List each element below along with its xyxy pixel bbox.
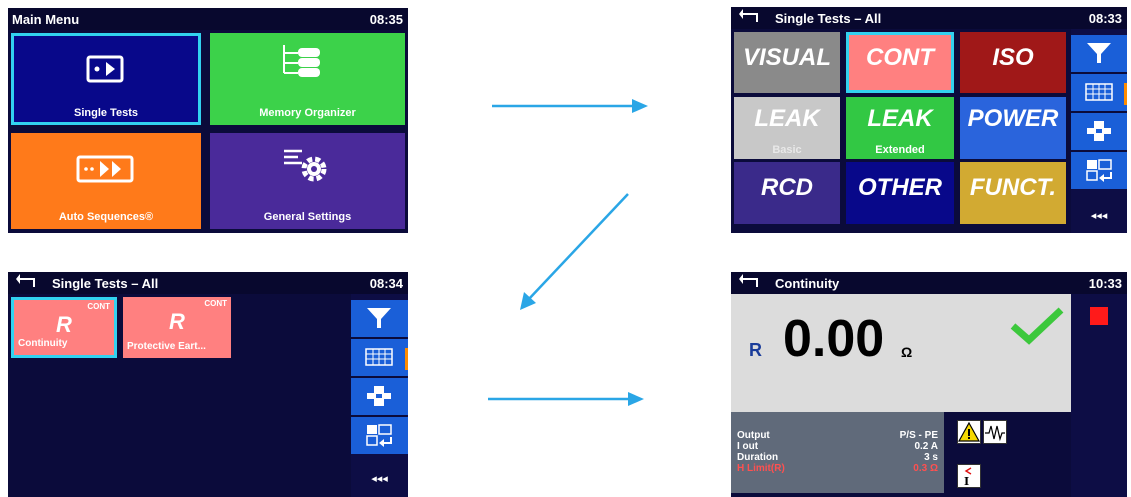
more-options-button[interactable]: ◂◂◂ xyxy=(351,472,408,485)
filter-button[interactable] xyxy=(351,300,408,337)
flow-arrow-right-bottom xyxy=(488,392,644,406)
stop-icon xyxy=(1090,307,1108,325)
clock: 10:33 xyxy=(1088,276,1122,291)
test-protective-earth[interactable]: CONT R Protective Eart... xyxy=(123,297,231,358)
filter-icon xyxy=(1087,43,1111,63)
flow-arrow-right-top xyxy=(492,99,648,113)
parameters-panel: Output P/S - PE I out 0.2 A Duration 3 s… xyxy=(731,412,944,493)
swap-view-button[interactable] xyxy=(1071,152,1127,189)
warning-icon xyxy=(957,421,981,442)
single-tests-grid-screen: Single Tests – All 08:33 VISUAL CONT ISO… xyxy=(731,7,1127,233)
page-title: Main Menu xyxy=(12,12,80,27)
limit-indicator: I xyxy=(957,464,981,488)
param-output[interactable]: Output P/S - PE xyxy=(737,430,938,441)
param-iout[interactable]: I out 0.2 A xyxy=(737,441,938,452)
clock: 08:33 xyxy=(1088,11,1122,26)
header-bar: Continuity 10:33 xyxy=(731,272,1127,294)
grid-view-icon xyxy=(1085,83,1113,101)
test-continuity[interactable]: CONT R Continuity xyxy=(11,297,117,358)
swap-view-button[interactable] xyxy=(351,417,408,454)
single-tests-list-screen: Single Tests – All 08:34 CONT R Continui… xyxy=(8,272,408,497)
header-bar: Single Tests – All 08:34 xyxy=(8,272,408,294)
waveform-icon xyxy=(985,425,1005,442)
page-title: Single Tests – All xyxy=(775,11,882,26)
header-bar: Main Menu 08:35 xyxy=(8,8,408,30)
test-iso[interactable]: ISO xyxy=(960,32,1066,93)
single-tests-label: Single Tests xyxy=(74,107,138,119)
stop-button[interactable] xyxy=(1089,307,1109,325)
back-arrow-icon[interactable] xyxy=(739,273,763,291)
main-menu-screen: Main Menu 08:35 Single Tests Memory Orga… xyxy=(8,8,408,233)
side-toolbar: ◂◂◂ xyxy=(1071,29,1127,233)
flow-arrow-diagonal xyxy=(520,193,629,310)
swap-icon xyxy=(1086,159,1112,182)
auto-sequences-label: Auto Sequences® xyxy=(58,211,154,223)
back-arrow-icon[interactable] xyxy=(16,273,40,291)
param-h-limit[interactable]: H Limit(R) 0.3 Ω xyxy=(737,463,938,474)
waveform-indicator xyxy=(983,420,1007,444)
param-duration[interactable]: Duration 3 s xyxy=(737,452,938,463)
test-leak-basic[interactable]: LEAK Basic xyxy=(734,97,840,159)
side-toolbar: ◂◂◂ xyxy=(351,294,408,497)
header-bar: Single Tests – All 08:33 xyxy=(731,7,1127,29)
warning-indicator xyxy=(957,420,981,444)
list-view-button[interactable] xyxy=(351,378,408,415)
test-leak-extended[interactable]: LEAK Extended xyxy=(846,97,954,159)
grid-view-button[interactable] xyxy=(351,339,408,376)
list-view-icon xyxy=(1087,121,1111,141)
swap-icon xyxy=(366,424,392,447)
memory-tree-icon xyxy=(283,45,320,77)
result-value: 0.00 xyxy=(783,310,885,368)
grid-view-icon xyxy=(365,348,393,366)
more-options-button[interactable]: ◂◂◂ xyxy=(1071,209,1127,222)
limit-icon: I xyxy=(964,467,972,488)
result-unit: Ω xyxy=(901,344,913,360)
filter-icon xyxy=(367,308,391,328)
test-other[interactable]: OTHER xyxy=(846,162,954,224)
filter-button[interactable] xyxy=(1071,35,1127,72)
svg-text:I: I xyxy=(964,475,969,487)
test-power[interactable]: POWER xyxy=(960,97,1066,159)
side-toolbar xyxy=(1071,294,1127,497)
result-symbol: R xyxy=(749,340,762,360)
test-cont[interactable]: CONT xyxy=(846,32,954,93)
memory-organizer-tile[interactable]: Memory Organizer xyxy=(210,33,405,125)
back-arrow-icon[interactable] xyxy=(739,8,763,26)
auto-sequences-tile[interactable]: Auto Sequences® xyxy=(11,133,201,229)
continuity-screen: Continuity 10:33 R 0.00 Ω Output P/S - P… xyxy=(731,272,1127,497)
list-view-icon xyxy=(367,386,391,406)
test-rcd[interactable]: RCD xyxy=(734,162,840,224)
auto-sequence-icon xyxy=(76,155,134,183)
list-view-button[interactable] xyxy=(1071,113,1127,150)
settings-gear-icon xyxy=(284,149,327,182)
memory-organizer-label: Memory Organizer xyxy=(259,107,356,119)
check-icon xyxy=(1010,307,1064,345)
single-test-icon xyxy=(86,55,124,83)
page-title: Continuity xyxy=(775,276,840,291)
result-area: R 0.00 Ω xyxy=(731,294,1071,412)
general-settings-label: General Settings xyxy=(263,211,352,223)
test-funct[interactable]: FUNCT. xyxy=(960,162,1066,224)
grid-view-button[interactable] xyxy=(1071,74,1127,111)
test-visual[interactable]: VISUAL xyxy=(734,32,840,93)
clock: 08:34 xyxy=(369,276,403,291)
page-title: Single Tests – All xyxy=(52,276,159,291)
single-tests-tile[interactable]: Single Tests xyxy=(11,33,201,125)
general-settings-tile[interactable]: General Settings xyxy=(210,133,405,229)
clock: 08:35 xyxy=(369,12,403,27)
